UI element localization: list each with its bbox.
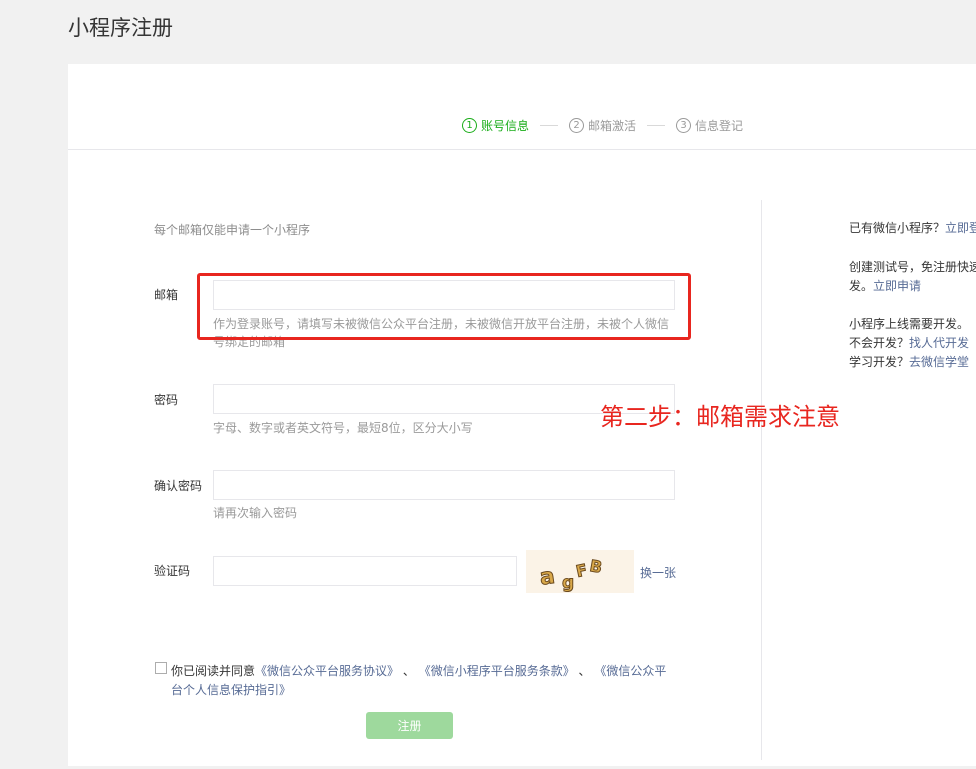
login-now-link[interactable]: 立即登 <box>945 221 976 235</box>
confirm-password-tip: 请再次输入密码 <box>213 506 298 520</box>
agree-checkbox[interactable] <box>155 662 167 674</box>
side-dev-need: 小程序上线需要开发。 <box>849 317 970 331</box>
side-login-row: 已有微信小程序？立即登 <box>849 219 976 238</box>
side-learn-dev: 学习开发？ <box>849 355 910 369</box>
step-number-1: 1 <box>462 118 477 133</box>
agree-separator: 、 <box>578 664 591 678</box>
refresh-captcha-link[interactable]: 换一张 <box>640 564 676 581</box>
agreement-text: 你已阅读并同意《微信公众平台服务协议》 、 《微信小程序平台服务条款》 、 《微… <box>171 662 675 700</box>
captcha-label: 验证码 <box>154 564 191 578</box>
confirm-password-input[interactable] <box>213 470 675 500</box>
side-no-dev: 不会开发？ <box>849 336 910 350</box>
header-divider <box>68 149 976 150</box>
step-info-registration: 3 信息登记 <box>676 117 743 134</box>
step-label-2: 邮箱激活 <box>588 119 637 133</box>
side-has-miniapp: 已有微信小程序？ <box>849 221 946 235</box>
side-dev-info: 小程序上线需要开发。 不会开发？找人代开发 学习开发？去微信学堂 <box>849 315 969 372</box>
email-label: 邮箱 <box>154 288 179 302</box>
confirm-password-label: 确认密码 <box>154 479 203 493</box>
step-email-activation: 2 邮箱激活 <box>569 117 636 134</box>
password-label: 密码 <box>154 393 179 407</box>
side-test-line1: 创建测试号，免注册快速 <box>849 260 976 274</box>
captcha-image[interactable]: a g F B <box>526 550 634 594</box>
step-number-2: 2 <box>569 118 585 133</box>
step-label-1: 账号信息 <box>481 119 530 133</box>
form-hint: 每个邮箱仅能申请一个小程序 <box>154 223 311 237</box>
side-test-line2: 发。立即申请 <box>849 277 976 296</box>
sidebar-divider <box>761 200 762 760</box>
agree-separator: 、 <box>402 664 415 678</box>
step-label-3: 信息登记 <box>695 119 744 133</box>
agreement-row: 你已阅读并同意《微信公众平台服务协议》 、 《微信小程序平台服务条款》 、 《微… <box>155 662 675 700</box>
captcha-char: F <box>574 560 589 581</box>
find-agent-link[interactable]: 找人代开发 <box>909 336 969 350</box>
service-agreement-link[interactable]: 《微信公众平台服务协议》 <box>255 664 399 678</box>
step-number-3: 3 <box>676 118 692 133</box>
step-indicator: 1 账号信息 2 邮箱激活 3 信息登记 <box>462 117 743 134</box>
step-account-info: 1 账号信息 <box>462 117 529 134</box>
agree-prefix: 你已阅读并同意 <box>171 664 256 678</box>
step-separator <box>540 125 559 126</box>
annotation-text: 第二步：邮箱需求注意 <box>600 403 840 431</box>
side-test-account: 创建测试号，免注册快速 发。立即申请 <box>849 258 976 296</box>
miniapp-terms-link[interactable]: 《微信小程序平台服务条款》 <box>419 664 575 678</box>
registration-card: 1 账号信息 2 邮箱激活 3 信息登记 每个邮箱仅能申请一个小程序 邮箱 作为… <box>68 64 976 766</box>
captcha-input[interactable] <box>213 556 517 586</box>
page-title: 小程序注册 <box>68 16 173 40</box>
register-button[interactable]: 注册 <box>366 712 453 739</box>
wechat-school-link[interactable]: 去微信学堂 <box>909 355 969 369</box>
apply-now-link[interactable]: 立即申请 <box>873 279 921 293</box>
captcha-char: g <box>562 573 574 593</box>
captcha-char: B <box>588 556 603 577</box>
captcha-glyphs: a g F B <box>538 556 604 594</box>
side-learn-dev-row: 学习开发？去微信学堂 <box>849 353 969 372</box>
annotation-highlight-box <box>197 273 691 340</box>
side-test-line2-prefix: 发。 <box>849 279 874 293</box>
step-separator <box>647 125 666 126</box>
captcha-char: a <box>538 564 556 591</box>
side-no-dev-row: 不会开发？找人代开发 <box>849 334 969 353</box>
